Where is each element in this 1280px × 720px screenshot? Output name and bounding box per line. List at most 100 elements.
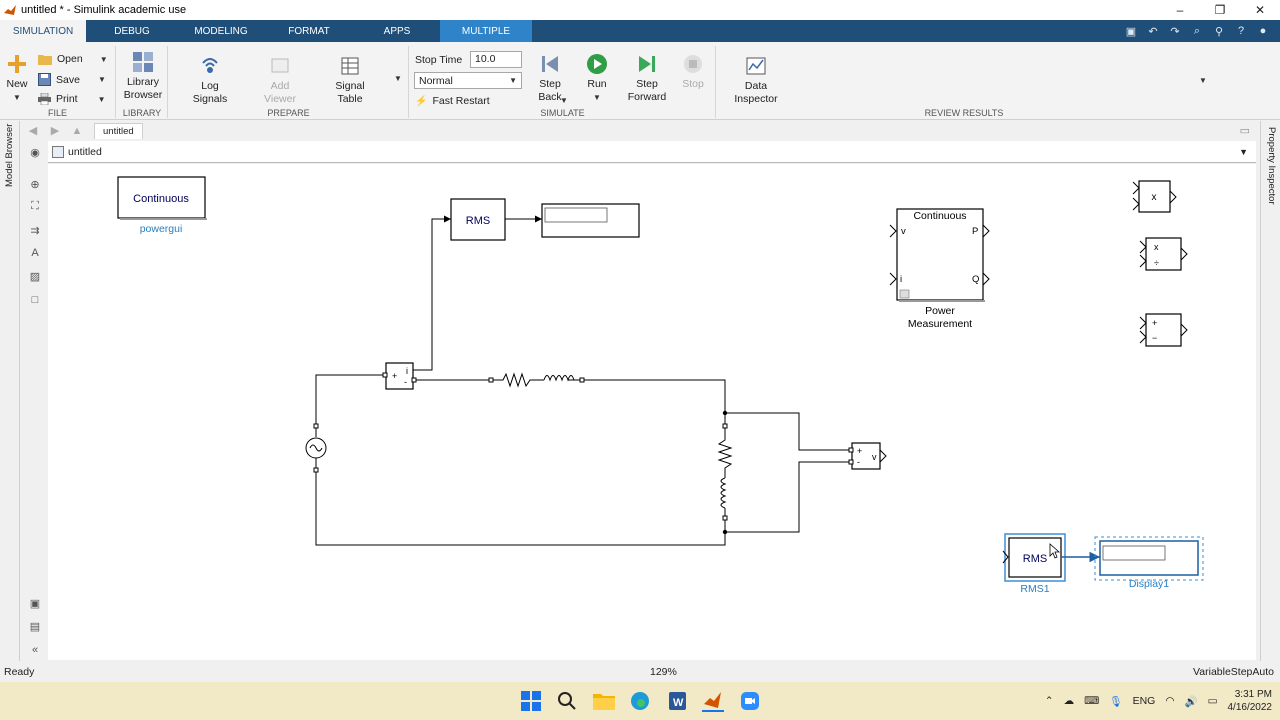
tab-multiple[interactable]: MULTIPLE xyxy=(440,20,532,42)
current-to-rms-line[interactable] xyxy=(413,215,451,371)
input-language[interactable]: ENG xyxy=(1133,695,1156,707)
wire-load-to-vmeas-minus[interactable] xyxy=(725,461,851,533)
add-viewer-button[interactable]: Add Viewer xyxy=(259,54,301,106)
fit-to-view-icon[interactable]: ⛶ xyxy=(27,198,43,214)
print-button[interactable]: Print ▼ xyxy=(38,93,106,105)
search-documentation-icon[interactable]: ⚲ xyxy=(1210,22,1228,40)
current-measurement-block[interactable]: + - i xyxy=(382,362,417,390)
word-icon[interactable]: W xyxy=(666,690,688,712)
clock[interactable]: 3:31 PM 4/16/2022 xyxy=(1228,688,1273,714)
annotation-icon[interactable]: A xyxy=(27,245,43,261)
signal-table-button[interactable]: Signal Table xyxy=(329,54,371,106)
zoom-level[interactable]: 129% xyxy=(650,666,677,678)
log-signals-button[interactable]: Log Signals xyxy=(189,54,231,106)
collapse-palette-icon[interactable]: « xyxy=(27,642,43,658)
new-dropdown-icon[interactable]: ▼ xyxy=(13,91,21,104)
rms1-block[interactable]: RMS RMS1 xyxy=(1002,533,1066,595)
step-forward-button[interactable]: Step Forward xyxy=(624,52,670,104)
property-icon[interactable]: ▤ xyxy=(27,618,43,634)
close-button[interactable]: ✕ xyxy=(1240,0,1280,20)
options-icon[interactable]: ● xyxy=(1254,22,1272,40)
redo-icon[interactable]: ↷ xyxy=(1166,22,1184,40)
display1-block[interactable]: Display1 xyxy=(1094,536,1204,590)
hide-show-explorer-icon[interactable]: ◉ xyxy=(27,144,43,160)
battery-icon[interactable]: ▭ xyxy=(1208,695,1218,707)
save-label: Save xyxy=(56,73,80,86)
stop-time-input[interactable]: 10.0 xyxy=(470,51,522,68)
series-rl-branch[interactable] xyxy=(488,372,585,388)
save-dropdown-icon[interactable]: ▼ xyxy=(98,75,106,84)
display-block[interactable] xyxy=(541,203,640,238)
zoom-app-icon[interactable] xyxy=(739,690,761,712)
keyboard-icon[interactable]: ⌨ xyxy=(1084,695,1099,707)
tab-debug[interactable]: DEBUG xyxy=(86,20,178,42)
wire-source-to-current[interactable] xyxy=(315,374,383,426)
voltage-meas-plus: + xyxy=(857,446,862,456)
model-browser-tab[interactable]: Model Browser xyxy=(4,124,15,187)
image-icon[interactable]: ▨ xyxy=(27,268,43,284)
run-button[interactable]: Run ▼ xyxy=(582,52,612,104)
matlab-taskbar-icon[interactable] xyxy=(702,690,724,712)
new-button[interactable]: New ▼ xyxy=(4,52,30,104)
zoom-icon[interactable]: ⊕ xyxy=(27,176,43,192)
tab-apps[interactable]: APPS xyxy=(354,20,440,42)
save-button[interactable]: Save ▼ xyxy=(38,73,106,86)
undo-icon[interactable]: ↶ xyxy=(1144,22,1162,40)
minimize-button[interactable]: – xyxy=(1160,0,1200,20)
ribbon-collapse-dropdown-icon[interactable]: ▼ xyxy=(1199,76,1207,85)
wire-return[interactable] xyxy=(315,470,726,546)
tab-format[interactable]: FORMAT xyxy=(264,20,354,42)
search-icon[interactable] xyxy=(556,690,578,712)
solver-name[interactable]: VariableStepAuto xyxy=(1193,666,1274,678)
forward-icon[interactable]: ▶ xyxy=(44,124,66,137)
wifi-icon[interactable]: ◠ xyxy=(1165,695,1174,707)
tab-simulation[interactable]: SIMULATION xyxy=(0,20,86,42)
wire-load-to-vmeas-plus[interactable] xyxy=(725,412,851,451)
show-hidden-icons-icon[interactable]: ⌃ xyxy=(1045,695,1054,707)
edge-browser-icon[interactable] xyxy=(629,690,651,712)
open-dropdown-icon[interactable]: ▼ xyxy=(100,55,108,64)
up-level-icon[interactable]: ▲ xyxy=(66,125,88,137)
back-icon[interactable]: ◀ xyxy=(22,124,44,137)
file-explorer-icon[interactable] xyxy=(593,690,615,712)
arrow-direction-icon[interactable]: ⇉ xyxy=(27,222,43,238)
product-block[interactable]: x xyxy=(1132,180,1177,213)
run-dropdown-icon[interactable]: ▼ xyxy=(593,91,601,104)
step-back-dropdown-icon[interactable]: ▼ xyxy=(560,96,568,105)
print-dropdown-icon[interactable]: ▼ xyxy=(98,95,106,104)
model-canvas[interactable]: Continuous powergui RMS + - i + - v Cont… xyxy=(48,164,1256,660)
power-measurement-block[interactable]: Continuous v i P Q Power Measurement xyxy=(889,208,990,330)
rms-block[interactable]: RMS xyxy=(450,198,506,241)
windows-start-icon[interactable] xyxy=(520,690,542,712)
collapse-panel-icon[interactable]: ▭ xyxy=(1240,124,1250,137)
address-dropdown-icon[interactable]: ▼ xyxy=(1239,147,1248,157)
simulation-mode-select[interactable]: Normal ▼ xyxy=(414,72,522,89)
maximize-button[interactable]: ❐ xyxy=(1200,0,1240,20)
screenshot-icon[interactable]: ▣ xyxy=(27,595,43,611)
stop-label: Stop xyxy=(682,78,704,90)
prepare-gallery-dropdown-icon[interactable]: ▼ xyxy=(394,74,402,83)
tab-modeling[interactable]: MODELING xyxy=(178,20,264,42)
divide-block[interactable]: x ÷ xyxy=(1139,237,1188,271)
voltage-measurement-block[interactable]: + - v xyxy=(848,442,887,470)
powergui-block[interactable]: Continuous powergui xyxy=(117,176,207,235)
fast-restart-button[interactable]: ⚡ Fast Restart xyxy=(415,95,490,107)
open-button[interactable]: Open ▼ xyxy=(38,53,108,65)
onedrive-icon[interactable]: ☁ xyxy=(1064,695,1075,707)
subtract-block[interactable]: + − xyxy=(1139,313,1188,347)
model-address-bar[interactable]: untitled ▼ xyxy=(48,141,1256,163)
help-icon[interactable]: ? xyxy=(1232,22,1250,40)
stop-button[interactable]: Stop xyxy=(678,52,708,91)
property-inspector-tab[interactable]: Property Inspector xyxy=(1266,127,1277,205)
save-icon[interactable]: ▣ xyxy=(1122,22,1140,40)
wire-rl-to-load[interactable] xyxy=(584,379,726,426)
microphone-icon[interactable]: 🎙 xyxy=(1109,695,1122,708)
ac-voltage-source-block[interactable] xyxy=(305,423,327,473)
volume-icon[interactable]: 🔊 xyxy=(1185,695,1198,708)
search-icon[interactable]: ⌕ xyxy=(1188,22,1206,40)
data-inspector-button[interactable]: Data Inspector xyxy=(725,54,787,106)
library-browser-button[interactable]: Library Browser xyxy=(121,50,165,102)
area-icon[interactable]: □ xyxy=(27,292,43,308)
breadcrumb-tab-untitled[interactable]: untitled xyxy=(94,122,143,139)
load-rl-block[interactable] xyxy=(717,423,733,521)
